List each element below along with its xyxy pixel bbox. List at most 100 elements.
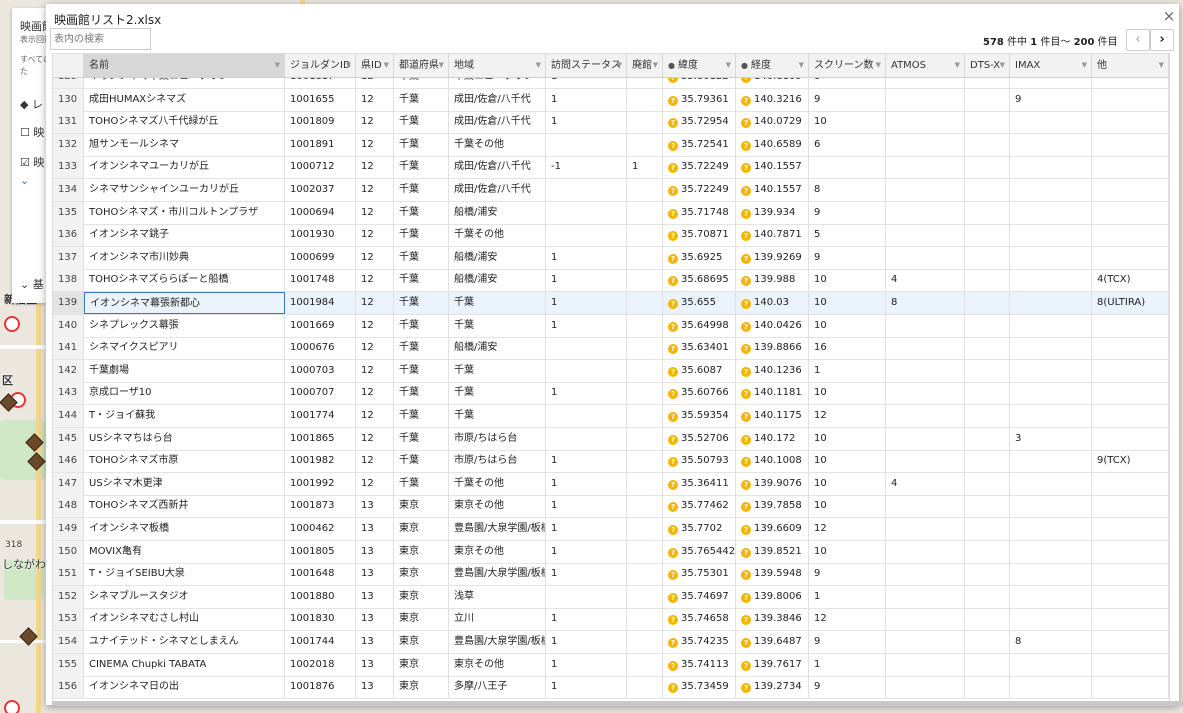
geocode-warning-icon[interactable]: ? — [741, 638, 751, 648]
cell-jid[interactable]: 1002018 — [285, 653, 356, 676]
cell-jid[interactable]: 1001982 — [285, 450, 356, 473]
cell-atmos[interactable] — [886, 359, 965, 382]
cell-pref[interactable]: 千葉 — [394, 269, 449, 292]
geocode-warning-icon[interactable]: ? — [741, 434, 751, 445]
cell-pid[interactable]: 13 — [356, 585, 394, 608]
cell-lat[interactable]: ? 35.6087 — [663, 359, 736, 382]
geocode-warning-icon[interactable]: ? — [741, 592, 751, 603]
cell-jid[interactable]: 1001655 — [285, 88, 356, 111]
geocode-warning-icon[interactable]: ? — [668, 208, 678, 219]
cell-num[interactable]: 144 — [53, 405, 84, 427]
cell-other[interactable] — [1092, 246, 1169, 269]
cell-screens[interactable]: 9 — [809, 246, 886, 269]
cell-pid[interactable]: 13 — [356, 495, 394, 518]
geocode-warning-icon[interactable]: ? — [668, 615, 678, 626]
filter-icon[interactable]: ▼ — [653, 54, 658, 77]
cell-jid[interactable]: 1001992 — [285, 472, 356, 495]
cell-closed[interactable] — [627, 224, 663, 247]
geocode-warning-icon[interactable]: ? — [741, 78, 751, 83]
layer-checkbox[interactable]: ☑ 映 — [20, 154, 44, 170]
cell-name[interactable]: ユナイテッド・シネマとしまえん — [84, 631, 285, 653]
cell-pid[interactable]: 12 — [356, 405, 394, 427]
cell-screens[interactable]: 16 — [809, 337, 886, 360]
geocode-warning-icon[interactable]: ? — [741, 615, 751, 626]
cell-jid[interactable]: 1001744 — [285, 631, 356, 653]
cell-pid[interactable]: 13 — [356, 518, 394, 540]
geocode-warning-icon[interactable]: ? — [741, 95, 751, 106]
geocode-warning-icon[interactable]: ? — [668, 253, 678, 264]
cell-pref[interactable]: 東京 — [394, 563, 449, 586]
cell-lng[interactable]: ? 139.7617 — [736, 653, 809, 676]
geocode-warning-icon[interactable]: ? — [741, 502, 751, 513]
cell-screens[interactable]: 6 — [809, 133, 886, 156]
cell-other[interactable]: 9(TCX) — [1092, 450, 1169, 473]
cell-pid[interactable]: 13 — [356, 563, 394, 586]
cell-lng[interactable]: ? 139.9269 — [736, 246, 809, 269]
cell-num[interactable]: 147 — [53, 472, 84, 495]
cell-atmos[interactable] — [886, 540, 965, 563]
cell-lat[interactable]: ? 35.68695 — [663, 269, 736, 292]
cell-pid[interactable]: 12 — [356, 88, 394, 111]
cell-name[interactable]: TOHOシネマズららぽーと船橋 — [84, 269, 285, 292]
cell-lat[interactable]: ? 35.72249 — [663, 179, 736, 201]
cell-jid[interactable]: 1000699 — [285, 246, 356, 269]
cell-visit[interactable]: 1 — [546, 631, 627, 653]
cell-atmos[interactable] — [886, 518, 965, 540]
cell-lng[interactable]: ? 140.03 — [736, 292, 809, 314]
cell-pref[interactable]: 千葉 — [394, 382, 449, 405]
cell-imax[interactable] — [1010, 156, 1092, 179]
cell-atmos[interactable] — [886, 495, 965, 518]
cell-dtsx[interactable] — [965, 201, 1010, 224]
cell-visit[interactable]: 1 — [546, 608, 627, 631]
cell-atmos[interactable] — [886, 88, 965, 111]
cell-dtsx[interactable] — [965, 427, 1010, 450]
table-row[interactable]: 136 イオンシネマ銚子 1001930 12 千葉 千葉その他? 35.70871? 140… — [53, 224, 1169, 248]
cell-lng[interactable]: ? 139.934 — [736, 201, 809, 224]
cell-imax[interactable] — [1010, 292, 1092, 314]
cell-jid[interactable]: 1000462 — [285, 518, 356, 540]
cell-pid[interactable]: 12 — [356, 269, 394, 292]
cell-visit[interactable]: 1 — [546, 269, 627, 292]
cell-area[interactable]: 船橋/浦安 — [449, 246, 546, 269]
cell-dtsx[interactable] — [965, 359, 1010, 382]
cell-closed[interactable] — [627, 179, 663, 201]
cell-name[interactable]: CINEMA Chupki TABATA — [84, 653, 285, 676]
cell-closed[interactable] — [627, 676, 663, 699]
table-row[interactable]: 152 シネマブルースタジオ 1001880 13 東京 浅草? 35.74697? 139.… — [53, 585, 1169, 609]
table-row[interactable]: 153 イオンシネマむさし村山 1001830 13 東京 立川 1? 35.74658? 13… — [53, 608, 1169, 632]
cell-closed[interactable] — [627, 495, 663, 518]
cell-other[interactable] — [1092, 563, 1169, 586]
geocode-warning-icon[interactable]: ? — [741, 525, 751, 535]
cell-dtsx[interactable] — [965, 631, 1010, 653]
cell-closed[interactable]: 1 — [627, 156, 663, 179]
cell-atmos[interactable] — [886, 133, 965, 156]
cell-lng[interactable]: ? 139.8521 — [736, 540, 809, 563]
cell-screens[interactable]: 8 — [809, 78, 886, 88]
column-header-lat[interactable]: ● 緯度 ▼ — [663, 54, 736, 77]
cell-pref[interactable]: 千葉 — [394, 337, 449, 360]
geocode-warning-icon[interactable]: ? — [741, 457, 751, 468]
cell-lng[interactable]: ? 139.2734 — [736, 676, 809, 699]
geocode-warning-icon[interactable]: ? — [741, 683, 751, 694]
cell-pref[interactable]: 千葉 — [394, 133, 449, 156]
cell-lat[interactable]: ? 35.7654426 — [663, 540, 736, 563]
next-page-button[interactable]: › — [1150, 29, 1174, 51]
table-row[interactable]: 156 イオンシネマ日の出 1001876 13 東京 多摩/八王子 1? 35.73459?… — [53, 676, 1169, 700]
cell-closed[interactable] — [627, 78, 663, 88]
cell-lat[interactable]: ? 35.72249 — [663, 156, 736, 179]
cell-closed[interactable] — [627, 427, 663, 450]
prev-page-button[interactable]: ‹ — [1126, 29, 1150, 51]
cell-name[interactable]: USシネマちはら台 — [84, 427, 285, 450]
cell-lng[interactable]: ? 139.3846 — [736, 608, 809, 631]
cell-dtsx[interactable] — [965, 78, 1010, 88]
cell-lng[interactable]: ? 139.6487 — [736, 631, 809, 653]
cell-atmos[interactable]: 4 — [886, 269, 965, 292]
geocode-warning-icon[interactable]: ? — [668, 344, 678, 355]
cell-name[interactable]: シネマサンシャインユーカリが丘 — [84, 179, 285, 201]
cell-pref[interactable]: 東京 — [394, 608, 449, 631]
geocode-warning-icon[interactable]: ? — [741, 366, 751, 377]
cell-screens[interactable]: 9 — [809, 201, 886, 224]
cell-imax[interactable]: 9 — [1010, 88, 1092, 111]
cell-area[interactable]: 豊島園/大泉学園/板橋 — [449, 631, 546, 653]
cell-lng[interactable]: ? 139.988 — [736, 269, 809, 292]
